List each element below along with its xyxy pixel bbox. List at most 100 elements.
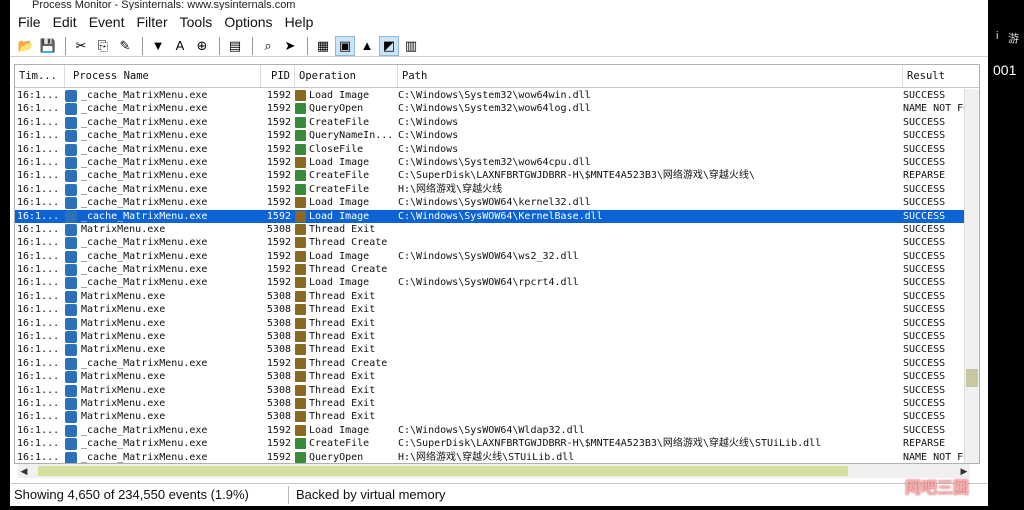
menu-filter[interactable]: Filter — [131, 14, 174, 30]
horizontal-scrollbar[interactable]: ◀ ▶ — [18, 464, 970, 478]
menu-tools[interactable]: Tools — [174, 14, 219, 30]
event-row[interactable]: 16:1... MatrixMenu.exe 5308 Thread Exit SUCC… — [15, 384, 979, 397]
event-time: 16:1... — [17, 210, 60, 222]
vertical-scroll-thumb[interactable] — [966, 369, 978, 387]
event-pid: 5308 — [266, 397, 291, 409]
scroll-left-icon[interactable]: ◀ — [18, 464, 30, 478]
menu-edit[interactable]: Edit — [47, 14, 83, 30]
process-operation-icon — [295, 304, 306, 316]
save-icon[interactable]: 💾 — [38, 36, 58, 56]
event-grid: Tim... Process Name PID Operation Path R… — [14, 64, 980, 464]
column-header-time[interactable]: Tim... — [15, 65, 65, 87]
process-operation-icon — [295, 317, 306, 329]
event-row[interactable]: 16:1... MatrixMenu.exe 5308 Thread Exit SUCC… — [15, 290, 979, 303]
event-row[interactable]: 16:1... _cache_MatrixMenu.exe 1592 Load Ima… — [15, 209, 979, 223]
event-row[interactable]: 16:1... MatrixMenu.exe 5308 Thread Exit SUCC… — [15, 410, 979, 424]
event-operation: CloseFile — [309, 143, 364, 155]
event-row[interactable]: 16:1... MatrixMenu.exe 5308 Thread Exit SUCC… — [15, 330, 979, 344]
column-header-process[interactable]: Process Name — [65, 65, 261, 87]
event-row[interactable]: 16:1... _cache_MatrixMenu.exe 1592 Thread C… — [15, 263, 979, 277]
event-pid: 5308 — [266, 304, 291, 316]
process-thread-icon[interactable]: ◩ — [379, 35, 399, 56]
event-row[interactable]: 16:1... MatrixMenu.exe 5308 Thread Exit SUCC… — [15, 370, 979, 384]
column-header-result[interactable]: Result — [903, 65, 979, 87]
filter-icon[interactable]: ▼ — [148, 36, 168, 56]
profiling-icon[interactable]: ▥ — [401, 36, 421, 56]
vertical-scrollbar[interactable] — [964, 89, 979, 463]
event-path: C:\Windows — [398, 143, 459, 155]
process-operation-icon — [295, 424, 306, 436]
event-row[interactable]: 16:1... MatrixMenu.exe 5308 Thread Exit SUCC… — [15, 317, 979, 330]
event-time: 16:1... — [17, 223, 60, 235]
event-row[interactable]: 16:1... _cache_MatrixMenu.exe 1592 Thread C… — [15, 236, 979, 250]
target-icon[interactable]: ⊕ — [192, 36, 212, 56]
event-time: 16:1... — [17, 438, 60, 450]
event-operation: Thread Exit — [309, 411, 376, 423]
event-row[interactable]: 16:1... _cache_MatrixMenu.exe 1592 Thread C… — [15, 357, 979, 370]
highlight-icon[interactable]: A — [170, 36, 190, 56]
event-row[interactable]: 16:1... _cache_MatrixMenu.exe 1592 Load Ima… — [15, 89, 979, 102]
event-pid: 5308 — [266, 344, 291, 356]
event-operation: Thread Exit — [309, 344, 376, 356]
autoscroll-icon[interactable]: ⎘ — [93, 36, 113, 56]
process-operation-icon — [295, 223, 306, 235]
process-tree-icon[interactable]: ▤ — [225, 36, 245, 56]
process-icon — [65, 397, 77, 410]
event-time: 16:1... — [17, 451, 60, 463]
column-header-path[interactable]: Path — [398, 65, 903, 87]
event-row[interactable]: 16:1... _cache_MatrixMenu.exe 1592 Load Ima… — [15, 196, 979, 210]
find-icon[interactable]: ⌕ — [258, 36, 278, 56]
filesystem-icon[interactable]: ▣ — [335, 35, 355, 56]
menu-help[interactable]: Help — [279, 14, 320, 30]
registry-icon[interactable]: ▦ — [313, 36, 333, 56]
clear-icon[interactable]: ✎ — [115, 36, 135, 56]
event-process-name: MatrixMenu.exe — [81, 304, 166, 316]
event-row[interactable]: 16:1... MatrixMenu.exe 5308 Thread Exit SUCC… — [15, 223, 979, 236]
event-process-name: _cache_MatrixMenu.exe — [81, 264, 208, 276]
process-operation-icon — [295, 357, 306, 369]
menu-event[interactable]: Event — [83, 14, 131, 30]
event-time: 16:1... — [17, 304, 60, 316]
event-row[interactable]: 16:1... MatrixMenu.exe 5308 Thread Exit SUCC… — [15, 303, 979, 317]
event-time: 16:1... — [17, 264, 60, 276]
column-header-pid[interactable]: PID — [261, 65, 295, 87]
event-process-name: MatrixMenu.exe — [81, 344, 166, 356]
event-row[interactable]: 16:1... _cache_MatrixMenu.exe 1592 Load Ima… — [15, 276, 979, 290]
event-operation: Thread Create — [309, 264, 388, 276]
event-row[interactable]: 16:1... _cache_MatrixMenu.exe 1592 CreateFi… — [15, 169, 979, 183]
event-row[interactable]: 16:1... _cache_MatrixMenu.exe 1592 QueryOpe… — [15, 102, 979, 116]
event-path: H:\网络游戏\穿越火线\STUiLib.dll — [398, 451, 575, 463]
event-row[interactable]: 16:1... _cache_MatrixMenu.exe 1592 QueryNam… — [15, 129, 979, 143]
event-row[interactable]: 16:1... _cache_MatrixMenu.exe 1592 CreateFi… — [15, 183, 979, 196]
column-header-operation[interactable]: Operation — [295, 65, 398, 87]
event-row[interactable]: 16:1... _cache_MatrixMenu.exe 1592 Load Ima… — [15, 424, 979, 437]
event-row[interactable]: 16:1... _cache_MatrixMenu.exe 1592 Load Ima… — [15, 156, 979, 169]
event-process-name: _cache_MatrixMenu.exe — [81, 357, 208, 369]
event-row[interactable]: 16:1... MatrixMenu.exe 5308 Thread Exit SUCC… — [15, 343, 979, 357]
event-row[interactable]: 16:1... _cache_MatrixMenu.exe 1592 CloseFil… — [15, 143, 979, 156]
event-row[interactable]: 16:1... MatrixMenu.exe 5308 Thread Exit SUCC… — [15, 397, 979, 410]
event-pid: 1592 — [266, 116, 291, 128]
process-icon — [65, 183, 77, 196]
event-row[interactable]: 16:1... _cache_MatrixMenu.exe 1592 CreateFi… — [15, 116, 979, 129]
event-time: 16:1... — [17, 103, 60, 115]
toolbar-separator — [219, 36, 220, 55]
menu-options[interactable]: Options — [218, 14, 278, 30]
network-icon[interactable]: ▲ — [357, 36, 377, 56]
horizontal-scroll-thumb[interactable] — [38, 466, 848, 476]
event-row[interactable]: 16:1... _cache_MatrixMenu.exe 1592 CreateFi… — [15, 437, 979, 451]
event-row[interactable]: 16:1... _cache_MatrixMenu.exe 1592 QueryOpe… — [15, 451, 979, 463]
capture-icon[interactable]: ✂ — [71, 36, 91, 56]
menu-file[interactable]: File — [10, 14, 47, 30]
event-pid: 5308 — [266, 331, 291, 343]
event-process-name: _cache_MatrixMenu.exe — [81, 170, 208, 182]
process-icon — [65, 116, 77, 129]
event-path: C:\Windows\SysWOW64\rpcrt4.dll — [398, 277, 579, 289]
jump-icon[interactable]: ➤ — [280, 36, 300, 56]
process-icon — [65, 371, 77, 384]
event-pid: 5308 — [266, 290, 291, 302]
open-icon[interactable]: 📂 — [16, 36, 36, 56]
event-row[interactable]: 16:1... _cache_MatrixMenu.exe 1592 Load Ima… — [15, 250, 979, 263]
event-operation: Thread Exit — [309, 397, 376, 409]
event-path: C:\Windows — [398, 116, 459, 128]
